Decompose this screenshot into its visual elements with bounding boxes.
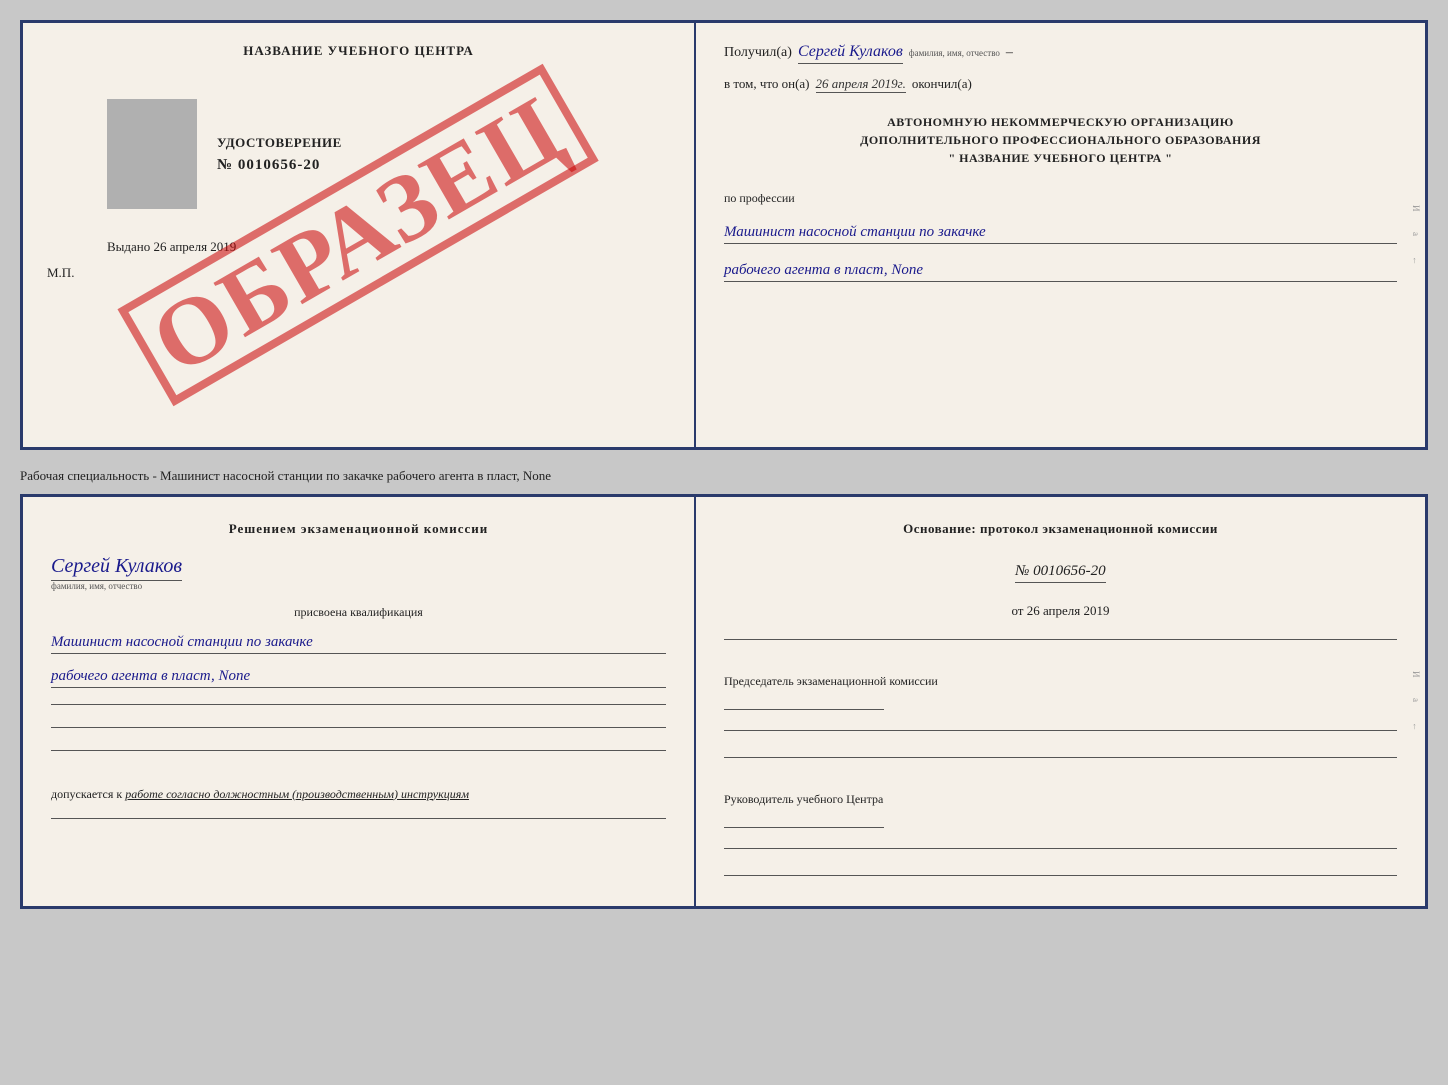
separator-right4 <box>724 848 1397 849</box>
side-mark-b2: а <box>1411 698 1421 702</box>
side-mark-b1: И <box>1411 671 1421 678</box>
chairman-sign-line <box>724 709 884 710</box>
bottom-recipient-name: Сергей Кулаков <box>51 555 182 581</box>
chairman-label: Председатель экзаменационной комиссии <box>724 674 1397 689</box>
udostoverenie-block: УДОСТОВЕРЕНИЕ № 0010656-20 <box>107 99 670 209</box>
side-marks-bottom: И а ← <box>1411 497 1421 906</box>
right-panel-top: Получил(а) Сергей Кулаков фамилия, имя, … <box>696 23 1425 447</box>
dopuskaetsya-block: допускается к работе согласно должностны… <box>51 787 666 802</box>
vydano-row: Выдано 26 апреля 2019 <box>107 239 670 255</box>
vtom-row: в том, что он(а) 26 апреля 2019г. окончи… <box>724 76 1397 93</box>
top-left-title: НАЗВАНИЕ УЧЕБНОГО ЦЕНТРА <box>47 43 670 59</box>
udostoverenie-number: № 0010656-20 <box>217 157 342 174</box>
udostoverenie-info: УДОСТОВЕРЕНИЕ № 0010656-20 <box>217 135 342 174</box>
side-mark-b3: ← <box>1411 722 1421 731</box>
bottom-name-block: Сергей Кулаков фамилия, имя, отчество <box>51 555 666 591</box>
separator-right2 <box>724 730 1397 731</box>
org-line3: " НАЗВАНИЕ УЧЕБНОГО ЦЕНТРА " <box>724 149 1397 167</box>
poluchil-row: Получил(а) Сергей Кулаков фамилия, имя, … <box>724 43 1397 64</box>
rukovoditel-label: Руководитель учебного Центра <box>724 792 1397 807</box>
org-line2: ДОПОЛНИТЕЛЬНОГО ПРОФЕССИОНАЛЬНОГО ОБРАЗО… <box>724 131 1397 149</box>
dopuskaetsya-label: допускается к <box>51 787 122 801</box>
separator-right5 <box>724 875 1397 876</box>
subtitle-text: Рабочая специальность - Машинист насосно… <box>20 468 551 483</box>
po-professii-label: по профессии <box>724 191 1397 206</box>
dopuskaetsya-value: работе согласно должностным (производств… <box>125 787 469 801</box>
protocol-num: № 0010656-20 <box>1015 563 1105 583</box>
bottom-right-panel: Основание: протокол экзаменационной коми… <box>696 497 1425 906</box>
bottom-name-hint: фамилия, имя, отчество <box>51 581 666 591</box>
bottom-document: Решением экзаменационной комиссии Сергей… <box>20 494 1428 909</box>
left-panel-top: НАЗВАНИЕ УЧЕБНОГО ЦЕНТРА УДОСТОВЕРЕНИЕ №… <box>23 23 696 447</box>
subtitle-row: Рабочая специальность - Машинист насосно… <box>20 466 1428 486</box>
chairman-block: Председатель экзаменационной комиссии <box>724 674 1397 710</box>
separator4 <box>51 818 666 819</box>
udostoverenie-label: УДОСТОВЕРЕНИЕ <box>217 135 342 151</box>
name-hint: фамилия, имя, отчество <box>909 48 1000 58</box>
separator3 <box>51 750 666 751</box>
photo-placeholder <box>107 99 197 209</box>
separator-right3 <box>724 757 1397 758</box>
protocol-num-block: № 0010656-20 <box>724 559 1397 583</box>
org-block: АВТОНОМНУЮ НЕКОММЕРЧЕСКУЮ ОРГАНИЗАЦИЮ ДО… <box>724 113 1397 167</box>
bottom-left-panel: Решением экзаменационной комиссии Сергей… <box>23 497 696 906</box>
profession-line1-top: Машинист насосной станции по закачке <box>724 224 1397 244</box>
okonchil-label: окончил(а) <box>912 76 972 92</box>
side-mark-1: И <box>1411 205 1421 212</box>
vtom-date: 26 апреля 2019г. <box>816 76 906 93</box>
page-container: НАЗВАНИЕ УЧЕБНОГО ЦЕНТРА УДОСТОВЕРЕНИЕ №… <box>20 20 1428 909</box>
separator2 <box>51 727 666 728</box>
side-mark-3: ← <box>1411 256 1421 265</box>
separator1 <box>51 704 666 705</box>
ot-date: 26 апреля 2019 <box>1027 603 1110 618</box>
osnovanie-label: Основание: протокол экзаменационной коми… <box>724 521 1397 537</box>
poluchil-label: Получил(а) <box>724 45 792 61</box>
bottom-profession-line2: рабочего агента в пласт, None <box>51 668 666 688</box>
ot-label: от <box>1011 603 1023 618</box>
vydano-date: 26 апреля 2019 <box>154 239 237 254</box>
vydano-label: Выдано <box>107 239 150 254</box>
separator-right1 <box>724 639 1397 640</box>
prisvoena-label: присвоена квалификация <box>51 605 666 620</box>
side-marks-top: И а ← <box>1411 23 1421 447</box>
ot-date-block: от 26 апреля 2019 <box>724 603 1397 619</box>
dash1: – <box>1006 45 1013 61</box>
top-document: НАЗВАНИЕ УЧЕБНОГО ЦЕНТРА УДОСТОВЕРЕНИЕ №… <box>20 20 1428 450</box>
mp-row: М.П. <box>47 265 670 281</box>
rukovoditel-block: Руководитель учебного Центра <box>724 792 1397 828</box>
bottom-profession-line1: Машинист насосной станции по закачке <box>51 634 666 654</box>
org-line1: АВТОНОМНУЮ НЕКОММЕРЧЕСКУЮ ОРГАНИЗАЦИЮ <box>724 113 1397 131</box>
vtom-label: в том, что он(а) <box>724 76 810 92</box>
recipient-name: Сергей Кулаков <box>798 43 903 64</box>
resheniem-label: Решением экзаменационной комиссии <box>51 521 666 537</box>
profession-line2-top: рабочего агента в пласт, None <box>724 262 1397 282</box>
side-mark-2: а <box>1411 232 1421 236</box>
rukovoditel-sign-line <box>724 827 884 828</box>
